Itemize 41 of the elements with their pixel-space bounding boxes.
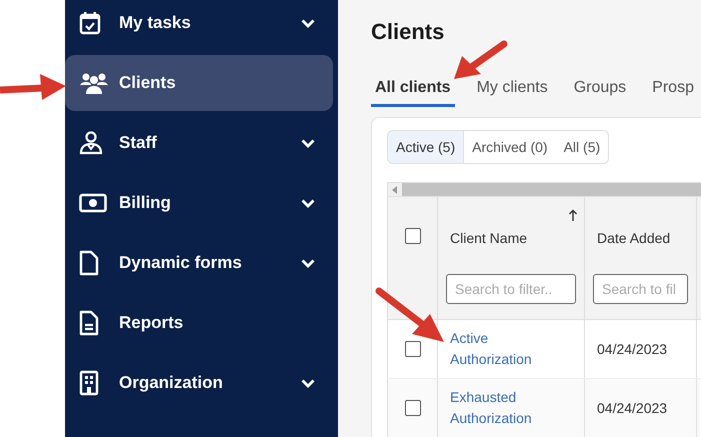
people-icon — [79, 71, 109, 95]
filter-input[interactable]: Search to filter.. — [446, 274, 576, 304]
checkbox[interactable] — [404, 341, 420, 357]
chevron-down-icon[interactable] — [301, 258, 315, 268]
annotation-arrow — [454, 40, 508, 79]
tab[interactable]: My clients — [472, 71, 552, 107]
annotation-arrow — [0, 74, 66, 100]
document-icon — [79, 250, 99, 276]
report-icon — [79, 310, 99, 336]
chevron-down-icon[interactable] — [301, 138, 315, 148]
sort-ascending-icon[interactable] — [568, 209, 578, 221]
chevron-down-icon[interactable] — [301, 18, 315, 28]
person-icon — [79, 131, 103, 155]
sidebar-item[interactable]: Organization — [65, 355, 333, 411]
calendar-check-icon — [79, 11, 101, 35]
banknote-icon — [79, 193, 107, 213]
page-title: Clients — [371, 18, 446, 46]
filter-segment[interactable]: Active (5) — [388, 131, 464, 163]
chevron-down-icon[interactable] — [301, 378, 315, 388]
client-name-link[interactable]: Active Authorization — [450, 328, 560, 370]
tab[interactable]: All clients — [371, 71, 455, 107]
chevron-down-icon[interactable] — [301, 198, 315, 208]
scrollbar-thumb[interactable] — [402, 183, 701, 196]
table-cell-text: 04/24/2023 — [597, 340, 668, 358]
sidebar-item[interactable]: Reports — [65, 295, 333, 351]
table-cell-text: 04/24/2023 — [597, 398, 668, 418]
tab[interactable]: Groups — [570, 71, 630, 107]
filter-input[interactable]: Search to fil — [593, 274, 688, 304]
sidebar-item[interactable]: My tasks — [65, 0, 333, 51]
building-icon — [79, 370, 99, 396]
annotation-arrow — [376, 288, 444, 342]
sidebar-item[interactable]: Staff — [65, 115, 333, 171]
column-title[interactable]: Date Added — [597, 228, 670, 246]
column-title[interactable]: Client Name — [450, 228, 528, 246]
checkbox[interactable] — [404, 228, 420, 244]
client-name-link[interactable]: Exhausted Authorization — [450, 387, 560, 429]
sidebar-item[interactable]: Dynamic forms — [65, 235, 333, 291]
checkbox[interactable] — [404, 400, 420, 416]
tab[interactable]: Prosp — [648, 71, 698, 107]
sidebar-item[interactable]: Clients — [65, 55, 333, 111]
sidebar-item[interactable]: Billing — [65, 175, 333, 231]
